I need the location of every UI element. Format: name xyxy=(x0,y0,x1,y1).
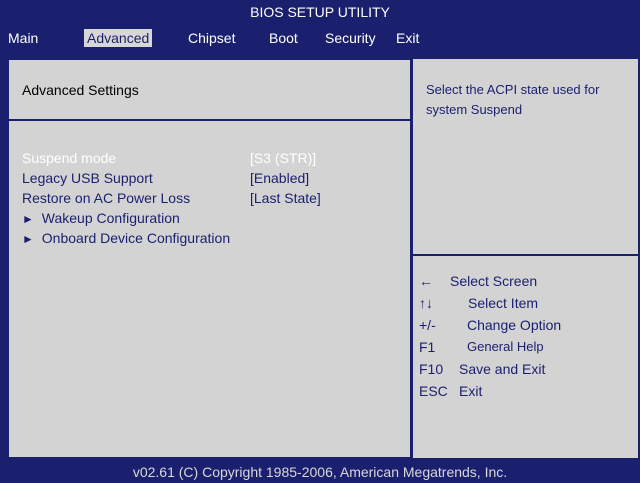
key-label: ← xyxy=(419,273,433,289)
menu-advanced[interactable]: Advanced xyxy=(84,29,153,47)
key-label: +/- xyxy=(419,317,436,333)
divider xyxy=(8,119,411,121)
help-pane: Select the ACPI state used for system Su… xyxy=(413,59,638,458)
menu-bar: Main Advanced Chipset Boot Security Exit xyxy=(0,25,640,51)
menu-chipset[interactable]: Chipset xyxy=(185,29,238,47)
submenu-arrow-icon: ► xyxy=(22,212,34,226)
menu-exit[interactable]: Exit xyxy=(393,29,422,47)
setting-restore-ac-power-loss[interactable]: Restore on AC Power Loss [Last State] xyxy=(22,188,321,208)
key-description: Select Screen xyxy=(450,273,538,289)
settings-pane: Advanced Settings Suspend mode [S3 (STR)… xyxy=(8,59,411,458)
main-panel: Advanced Settings Suspend mode [S3 (STR)… xyxy=(0,51,640,461)
key-label: ESC xyxy=(419,383,448,399)
help-text: Select the ACPI state used for system Su… xyxy=(426,82,600,117)
setting-value[interactable]: [Enabled] xyxy=(250,168,309,188)
key-legend-row: ← Select Screen xyxy=(419,270,634,292)
setting-label: Suspend mode xyxy=(22,150,117,166)
key-description: Save and Exit xyxy=(459,361,546,377)
bios-title-bar: BIOS SETUP UTILITY xyxy=(0,0,640,25)
section-title: Advanced Settings xyxy=(22,82,139,98)
copyright-footer: v02.61 (C) Copyright 1985-2006, American… xyxy=(0,461,640,483)
submenu-wakeup-configuration[interactable]: ► Wakeup Configuration xyxy=(22,208,180,228)
submenu-onboard-device-configuration[interactable]: ► Onboard Device Configuration xyxy=(22,228,230,248)
key-label: F1 xyxy=(419,339,436,355)
menu-main[interactable]: Main xyxy=(5,29,41,47)
menu-security[interactable]: Security xyxy=(322,29,379,47)
setting-label: Legacy USB Support xyxy=(22,170,153,186)
key-label: F10 xyxy=(419,361,444,377)
submenu-label: Wakeup Configuration xyxy=(41,210,180,226)
menu-boot[interactable]: Boot xyxy=(266,29,301,47)
submenu-label: Onboard Device Configuration xyxy=(41,230,231,246)
key-description: General Help xyxy=(467,339,544,354)
setting-legacy-usb[interactable]: Legacy USB Support [Enabled] xyxy=(22,168,309,188)
key-description: Select Item xyxy=(468,295,539,311)
setting-label: Restore on AC Power Loss xyxy=(22,190,191,206)
key-legend-row: ↑↓ Select Item xyxy=(419,292,634,314)
key-description: Exit xyxy=(459,383,483,399)
key-legend-row: F1 General Help xyxy=(419,336,634,358)
key-legend-row: F10 Save and Exit xyxy=(419,358,634,380)
setting-value[interactable]: [S3 (STR)] xyxy=(250,148,316,168)
submenu-arrow-icon: ► xyxy=(22,232,34,246)
key-description: Change Option xyxy=(467,317,562,333)
key-legend-row: ESC Exit xyxy=(419,380,634,402)
key-legend: ← Select Screen ↑↓ Select Item +/- Chang… xyxy=(419,270,634,402)
divider xyxy=(413,254,638,256)
setting-suspend-mode[interactable]: Suspend mode [S3 (STR)] xyxy=(22,148,316,168)
setting-value[interactable]: [Last State] xyxy=(250,188,321,208)
key-legend-row: +/- Change Option xyxy=(419,314,634,336)
key-label: ↑↓ xyxy=(419,295,433,311)
